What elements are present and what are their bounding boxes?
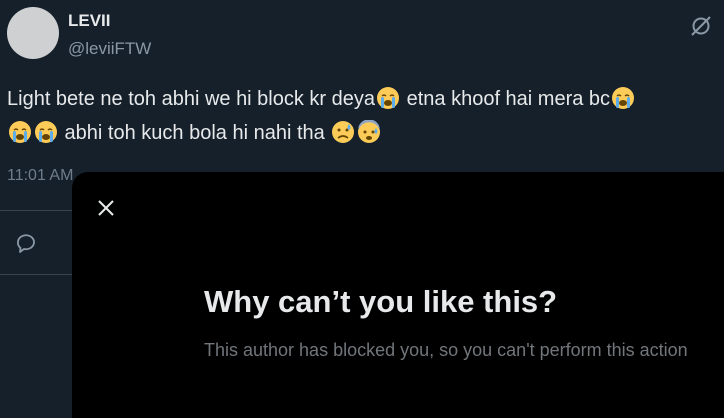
author-handle[interactable]: @leviiFTW bbox=[68, 39, 151, 59]
hidden-icon[interactable] bbox=[689, 14, 713, 38]
tweet-timestamp[interactable]: 11:01 AM bbox=[7, 167, 73, 185]
reply-icon[interactable] bbox=[14, 231, 38, 255]
loudly-crying-face-icon bbox=[612, 87, 635, 109]
loudly-crying-face-icon bbox=[35, 121, 57, 143]
sad-but-relieved-face-icon bbox=[332, 121, 355, 143]
close-button[interactable] bbox=[92, 194, 120, 222]
tweet-text-line1b: etna khoof hai mera bc bbox=[401, 88, 611, 110]
tweet-text-line1a: Light bete ne toh abhi we hi block kr de… bbox=[7, 88, 376, 110]
modal-title: Why can’t you like this? bbox=[204, 284, 558, 319]
modal-body: This author has blocked you, so you can'… bbox=[204, 340, 688, 360]
tweet-text-line2: abhi toh kuch bola hi nahi tha bbox=[59, 122, 331, 144]
tweet-text: Light bete ne toh abhi we hi block kr de… bbox=[7, 82, 722, 150]
loudly-crying-face-icon bbox=[9, 121, 31, 143]
close-icon bbox=[98, 200, 114, 216]
loudly-crying-face-icon bbox=[377, 87, 400, 109]
author-name[interactable]: LEVII bbox=[68, 11, 111, 31]
anxious-face-with-sweat-icon bbox=[358, 120, 381, 143]
blocked-modal: Why can’t you like this? This author has… bbox=[72, 172, 724, 418]
avatar[interactable] bbox=[7, 7, 59, 59]
